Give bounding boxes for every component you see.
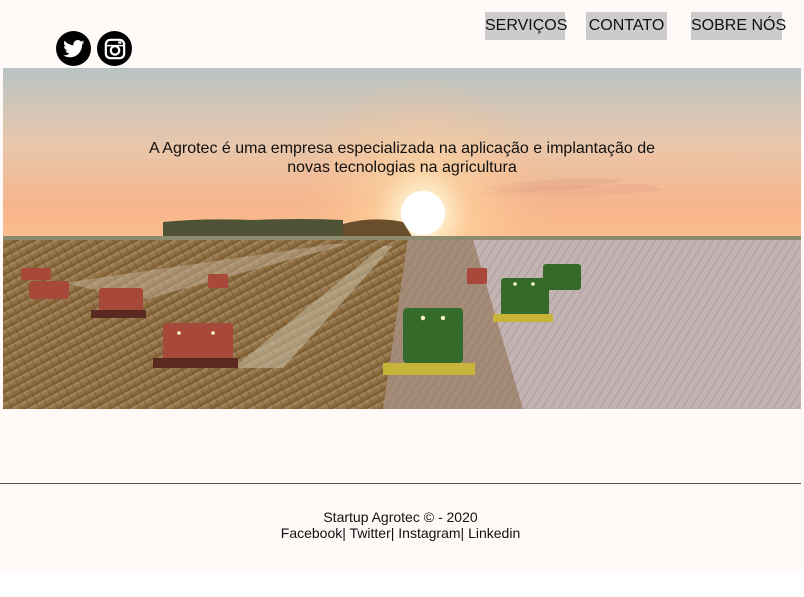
hero-image	[3, 68, 801, 409]
footer-separator: |	[342, 525, 350, 541]
nav-sobre-button[interactable]: SOBRE NÓS	[691, 12, 786, 40]
footer-separator: |	[460, 525, 469, 541]
footer-link-instagram[interactable]: Instagram	[398, 525, 460, 541]
footer-links: Facebook| Twitter| Instagram| Linkedin	[0, 525, 801, 541]
hero-banner: A Agrotec é uma empresa especializada na…	[3, 68, 801, 409]
footer-link-linkedin[interactable]: Linkedin	[468, 525, 520, 541]
nav-bar: SERVIÇOS CONTATO SOBRE NÓS	[0, 12, 804, 40]
footer: Startup Agrotec © - 2020 Facebook| Twitt…	[0, 509, 801, 541]
footer-divider	[0, 483, 801, 484]
footer-link-facebook[interactable]: Facebook	[281, 525, 342, 541]
page: SERVIÇOS CONTATO SOBRE NÓS A Agrotec é u…	[0, 0, 804, 597]
footer-copyright: Startup Agrotec © - 2020	[323, 509, 478, 525]
nav-servicos-button[interactable]: SERVIÇOS	[485, 12, 567, 40]
hero-description: A Agrotec é uma empresa especializada na…	[148, 140, 656, 176]
header: SERVIÇOS CONTATO SOBRE NÓS	[0, 0, 804, 68]
nav-contato-button[interactable]: CONTATO	[586, 12, 667, 40]
footer-link-twitter[interactable]: Twitter	[350, 525, 391, 541]
page-body: SERVIÇOS CONTATO SOBRE NÓS A Agrotec é u…	[0, 0, 804, 572]
